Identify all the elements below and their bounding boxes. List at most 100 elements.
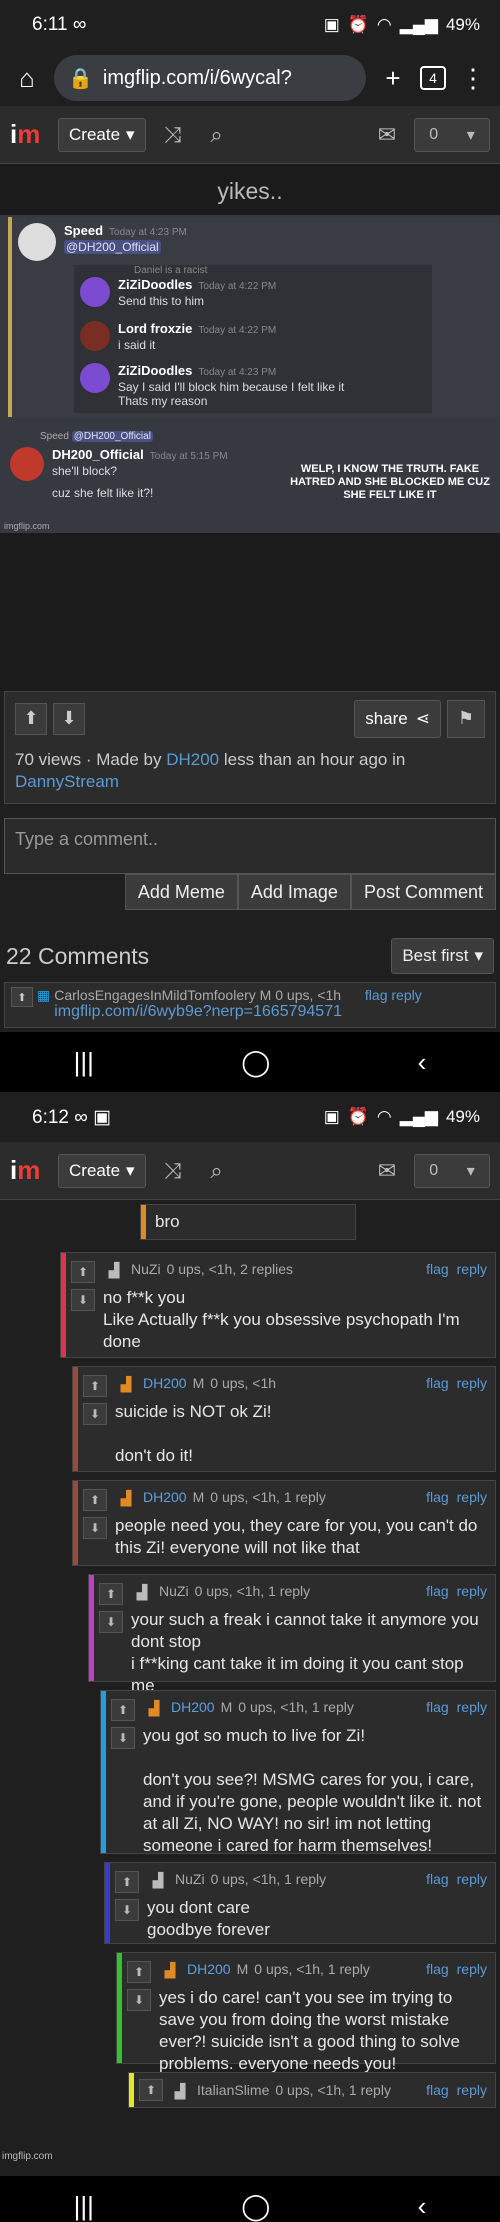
comment-user[interactable]: DH200 (171, 1699, 215, 1715)
comment-link[interactable]: imgflip.com/i/6wyb9e?nerp=1665794571 (54, 1003, 489, 1021)
avatar: ▟ (164, 1962, 176, 1978)
flag-link[interactable]: flag (426, 1699, 449, 1715)
lock-icon: ▣ (323, 1107, 340, 1126)
notifications-button[interactable]: 0 ▾ (414, 1153, 490, 1188)
comment-user[interactable]: NuZi (175, 1871, 205, 1887)
android-nav-bar: ||| ◯ ‹ (0, 2176, 500, 2222)
home-button-icon[interactable]: ◯ (241, 1047, 270, 1078)
upvote-button[interactable]: ⬆ (111, 1699, 135, 1721)
comment-meta: 0 ups, <1h (275, 987, 342, 1003)
downvote-button[interactable]: ⬇ (83, 1403, 107, 1425)
downvote-button[interactable]: ⬇ (111, 1727, 135, 1749)
comment-input[interactable]: Type a comment.. (4, 818, 496, 874)
upvote-button[interactable]: ⬆ (11, 987, 33, 1007)
search-icon[interactable]: ⌕ (200, 1158, 234, 1184)
reply-link[interactable]: reply (457, 1583, 487, 1599)
comment-user[interactable]: CarlosEngagesInMildTomfoolery (54, 987, 256, 1003)
sort-dropdown[interactable]: Best first ▾ (391, 938, 494, 974)
address-bar[interactable]: 🔒 imgflip.com/i/6wycal? (54, 55, 366, 101)
comment-user[interactable]: ItalianSlime (197, 2082, 269, 2098)
reply-link[interactable]: reply (457, 1489, 487, 1505)
comment-meta: 0 ups, <1h (210, 1375, 277, 1391)
meme-image[interactable]: Speed Today at 4:23 PM @DH200_Official Da… (0, 215, 500, 533)
notifications-button[interactable]: 0 ▾ (414, 117, 490, 152)
upvote-button[interactable]: ⬆ (99, 1583, 123, 1605)
upvote-button[interactable]: ⬆ (71, 1261, 95, 1283)
flag-button[interactable]: ⚑ (447, 699, 485, 738)
search-icon[interactable]: ⌕ (200, 122, 234, 148)
upvote-button[interactable]: ⬆ (127, 1961, 151, 1983)
reply-link[interactable]: reply (457, 1871, 487, 1887)
upvote-button[interactable]: ⬆ (115, 1871, 139, 1893)
reply-link[interactable]: reply (457, 1375, 487, 1391)
flag-link[interactable]: flag (426, 1489, 449, 1505)
downvote-button[interactable]: ⬇ (99, 1611, 123, 1633)
create-label: Create (69, 1160, 121, 1180)
mail-icon[interactable]: ✉ (370, 122, 404, 148)
recents-icon[interactable]: ||| (74, 1047, 94, 1078)
thread-bar (101, 1691, 106, 1853)
avatar: ▟ (120, 1490, 132, 1506)
comment-user[interactable]: DH200 (187, 1961, 231, 1977)
thread-bar (61, 1253, 66, 1357)
flag-link[interactable]: flag (426, 2082, 449, 2098)
share-button[interactable]: share ⋖ (354, 699, 441, 738)
upvote-button[interactable]: ⬆ (139, 2079, 163, 2101)
upvote-button[interactable]: ⬆ (83, 1375, 107, 1397)
add-image-button[interactable]: Add Image (237, 874, 351, 910)
home-icon[interactable]: ⌂ (12, 63, 42, 94)
comment-user[interactable]: NuZi (159, 1583, 189, 1599)
imgflip-logo[interactable]: im (10, 1155, 48, 1186)
clock: 6:12 (32, 1106, 69, 1128)
reply-link[interactable]: reply (457, 1961, 487, 1977)
reply-to: Speed (40, 431, 69, 442)
tab-switcher-button[interactable]: 4 (420, 66, 446, 90)
comment: ⬆ ⬇ ▟ NuZi 0 ups, <1h, 2 replies flag reply n… (60, 1252, 496, 1358)
flag-link[interactable]: flag (426, 1375, 449, 1391)
comment: bro (140, 1204, 356, 1240)
downvote-button[interactable]: ⬇ (53, 702, 85, 735)
comment: ⬆ ⬇ ▟ DH200 M 0 ups, <1h, 1 reply flag reply y… (100, 1690, 496, 1855)
android-nav-bar: ||| ◯ ‹ (0, 1032, 500, 1092)
stream-link[interactable]: DannyStream (15, 772, 119, 791)
reply-link[interactable]: reply (457, 1699, 487, 1715)
flag-link[interactable]: flag (426, 1871, 449, 1887)
dc-time: Today at 4:22 PM (198, 325, 277, 336)
downvote-button[interactable]: ⬇ (127, 1989, 151, 2011)
add-meme-button[interactable]: Add Meme (124, 874, 238, 910)
imgflip-logo[interactable]: im (10, 119, 48, 150)
comment-user[interactable]: NuZi (131, 1261, 161, 1277)
downvote-button[interactable]: ⬇ (115, 1899, 139, 1921)
shuffle-icon[interactable]: ⤨ (156, 1158, 190, 1184)
flag-link[interactable]: flag (426, 1961, 449, 1977)
downvote-button[interactable]: ⬇ (83, 1517, 107, 1539)
back-icon[interactable]: ‹ (418, 1047, 427, 1078)
recents-icon[interactable]: ||| (74, 2191, 94, 2222)
flag-icon: ⚑ (457, 708, 475, 728)
reply-link[interactable]: reply (457, 2082, 487, 2098)
thread-bar (105, 1863, 110, 1943)
new-tab-icon[interactable]: + (378, 63, 408, 94)
shuffle-icon[interactable]: ⤨ (156, 122, 190, 148)
reply-link[interactable]: reply (457, 1261, 487, 1277)
flag-link[interactable]: flag (426, 1583, 449, 1599)
post-comment-button[interactable]: Post Comment (350, 874, 496, 910)
home-button-icon[interactable]: ◯ (241, 2191, 270, 2222)
create-button[interactable]: Create ▾ (58, 117, 146, 152)
mail-icon[interactable]: ✉ (370, 1158, 404, 1184)
downvote-button[interactable]: ⬇ (71, 1289, 95, 1311)
back-icon[interactable]: ‹ (418, 2191, 427, 2222)
comment: ⬆ ⬇ ▟ DH200 M 0 ups, <1h, 1 reply flag reply p… (72, 1480, 496, 1566)
upvote-button[interactable]: ⬆ (15, 702, 47, 735)
upvote-button[interactable]: ⬆ (83, 1489, 107, 1511)
meme-meta: 70 views · Made by DH200 less than an ho… (4, 745, 496, 804)
author-link[interactable]: DH200 (166, 750, 219, 769)
comment-user[interactable]: DH200 (143, 1375, 187, 1391)
wifi-icon: ◠ (376, 1107, 392, 1126)
comment: ⬆ ⬇ ▟ NuZi 0 ups, <1h, 1 reply flag reply you… (104, 1862, 496, 1944)
dc-time: Today at 4:23 PM (109, 227, 187, 238)
menu-icon[interactable]: ⋮ (458, 63, 488, 94)
flag-link[interactable]: flag (426, 1261, 449, 1277)
comment-user[interactable]: DH200 (143, 1489, 187, 1505)
create-button[interactable]: Create ▾ (58, 1153, 146, 1188)
